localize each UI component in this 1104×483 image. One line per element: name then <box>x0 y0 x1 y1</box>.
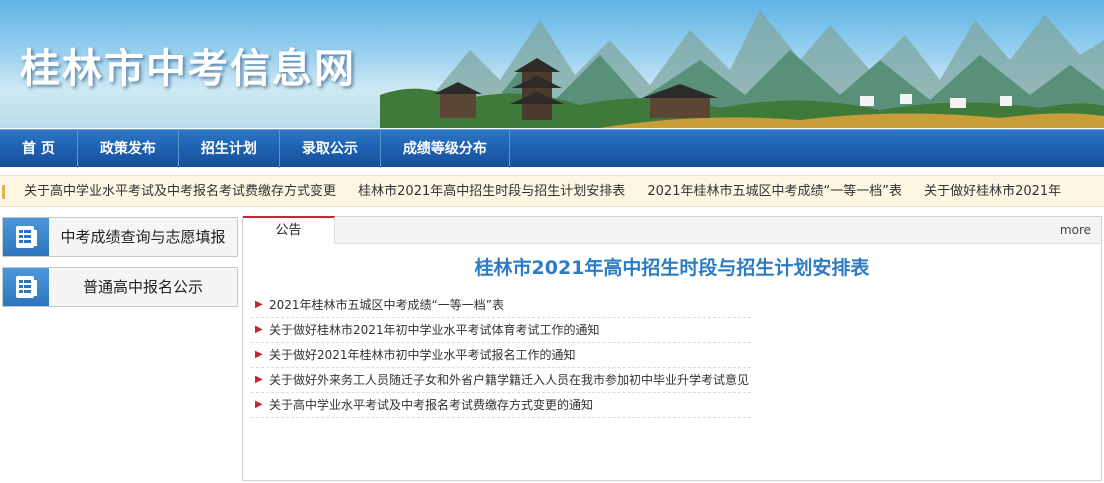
triangle-right-icon: ▶ <box>255 374 263 385</box>
score-query-label: 中考成绩查询与志愿填报 <box>60 228 226 246</box>
news-ticker: 关于高中学业水平考试及中考报名考试费缴存方式变更 桂林市2021年高中招生时段与… <box>0 175 1104 207</box>
list-item[interactable]: ▶ 关于高中学业水平考试及中考报名考试费缴存方式变更的通知 <box>251 393 751 418</box>
high-school-registration-button[interactable]: 普通高中报名公示 <box>2 267 238 307</box>
triangle-right-icon: ▶ <box>255 299 263 310</box>
news-title: 关于做好外来务工人员随迁子女和外省户籍学籍迁入人员在我市参加初中毕业升学考试意见 <box>269 373 750 387</box>
news-list: ▶ 2021年桂林市五城区中考成绩“一等一档”表 ▶ 关于做好桂林市2021年初… <box>251 293 751 418</box>
nav-policy[interactable]: 政策发布 <box>78 130 179 168</box>
tab-announcement[interactable]: 公告 <box>243 216 335 244</box>
document-list-icon <box>3 268 49 306</box>
ticker-item[interactable]: 关于做好桂林市2021年 <box>924 184 1061 199</box>
list-item[interactable]: ▶ 关于做好2021年桂林市初中学业水平考试报名工作的通知 <box>251 343 751 368</box>
triangle-right-icon: ▶ <box>255 324 263 335</box>
score-query-button[interactable]: 中考成绩查询与志愿填报 <box>2 217 238 257</box>
more-link[interactable]: more <box>1060 217 1091 244</box>
list-item[interactable]: ▶ 关于做好外来务工人员随迁子女和外省户籍学籍迁入人员在我市参加初中毕业升学考试… <box>251 368 751 393</box>
ticker-track: 关于高中学业水平考试及中考报名考试费缴存方式变更 桂林市2021年高中招生时段与… <box>24 176 1079 206</box>
site-title: 桂林市中考信息网 <box>20 46 356 92</box>
header-banner: 桂林市中考信息网 <box>0 0 1104 128</box>
nav-home[interactable]: 首 页 <box>0 130 78 168</box>
announcement-panel: 公告 more 桂林市2021年高中招生时段与招生计划安排表 ▶ 2021年桂林… <box>242 216 1102 481</box>
panel-header: 公告 more <box>243 216 1101 244</box>
nav-enrollment-plan[interactable]: 招生计划 <box>179 130 280 168</box>
news-title: 关于高中学业水平考试及中考报名考试费缴存方式变更的通知 <box>269 398 594 412</box>
ticker-item[interactable]: 关于高中学业水平考试及中考报名考试费缴存方式变更 <box>24 184 336 199</box>
nav-admission-notice[interactable]: 录取公示 <box>280 130 381 168</box>
news-title: 2021年桂林市五城区中考成绩“一等一档”表 <box>269 298 504 312</box>
headline-link[interactable]: 桂林市2021年高中招生时段与招生计划安排表 <box>243 253 1101 280</box>
document-list-icon <box>3 218 49 256</box>
nav-score-distribution[interactable]: 成绩等级分布 <box>381 130 510 168</box>
list-item[interactable]: ▶ 关于做好桂林市2021年初中学业水平考试体育考试工作的通知 <box>251 318 751 343</box>
triangle-right-icon: ▶ <box>255 399 263 410</box>
ticker-item[interactable]: 桂林市2021年高中招生时段与招生计划安排表 <box>358 184 625 199</box>
ticker-marker <box>2 185 5 199</box>
triangle-right-icon: ▶ <box>255 349 263 360</box>
main-nav: 首 页 政策发布 招生计划 录取公示 成绩等级分布 <box>0 129 1104 168</box>
ticker-item[interactable]: 2021年桂林市五城区中考成绩“一等一档”表 <box>647 184 902 199</box>
list-item[interactable]: ▶ 2021年桂林市五城区中考成绩“一等一档”表 <box>251 293 751 318</box>
news-title: 关于做好2021年桂林市初中学业水平考试报名工作的通知 <box>269 348 576 362</box>
high-school-registration-label: 普通高中报名公示 <box>82 278 203 296</box>
news-title: 关于做好桂林市2021年初中学业水平考试体育考试工作的通知 <box>269 323 600 337</box>
